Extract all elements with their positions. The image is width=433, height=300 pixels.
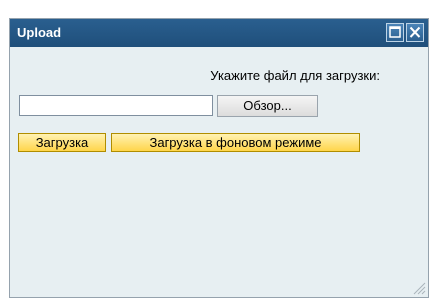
upload-button[interactable]: Загрузка	[18, 133, 106, 152]
window-title: Upload	[17, 25, 62, 40]
close-icon	[409, 26, 421, 38]
file-path-input[interactable]	[19, 95, 213, 116]
maximize-icon	[389, 26, 401, 38]
upload-window: Upload Укажите файл для загрузки: Обзор.…	[9, 18, 429, 298]
title-bar[interactable]: Upload	[10, 19, 428, 47]
maximize-button[interactable]	[386, 23, 404, 42]
close-button[interactable]	[406, 23, 424, 42]
dialog-content: Укажите файл для загрузки: Обзор... Загр…	[10, 47, 428, 297]
resize-grip-icon[interactable]	[410, 279, 426, 295]
file-prompt-label: Укажите файл для загрузки:	[210, 68, 380, 83]
background-upload-button[interactable]: Загрузка в фоновом режиме	[111, 133, 360, 152]
browse-button[interactable]: Обзор...	[217, 95, 318, 117]
